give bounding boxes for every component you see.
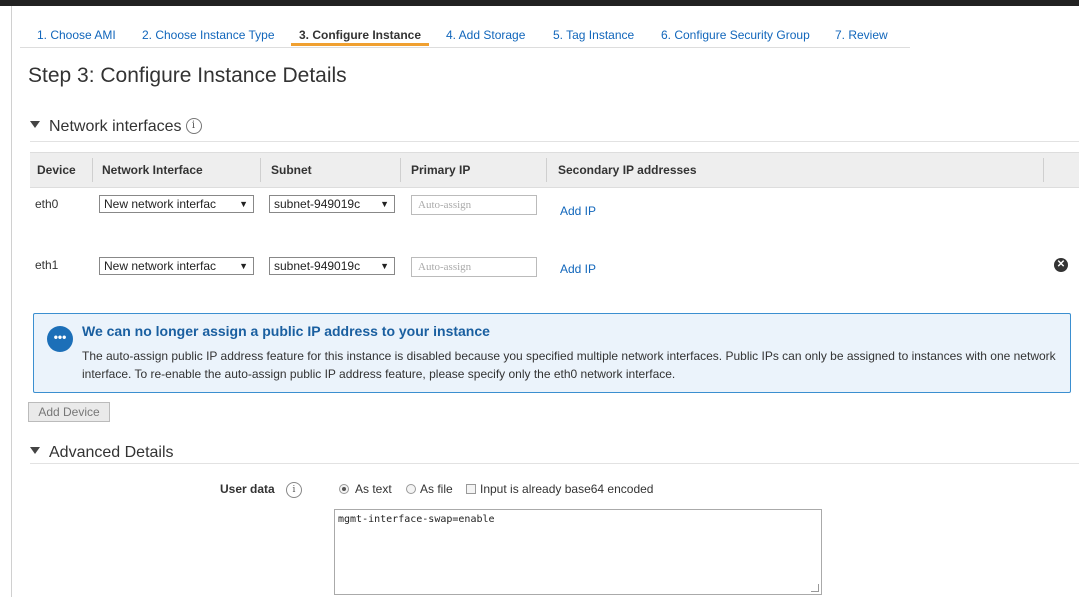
col-secondary-ip: Secondary IP addresses (558, 163, 697, 177)
user-data-value: mgmt-interface-swap=enable (338, 514, 495, 525)
network-table-header: Device Network Interface Subnet Primary … (30, 152, 1079, 188)
remove-interface-icon[interactable]: ✕ (1054, 258, 1068, 272)
primary-ip-input[interactable]: Auto-assign (411, 257, 537, 277)
as-text-radio[interactable] (339, 484, 349, 494)
notice-title: We can no longer assign a public IP addr… (82, 323, 490, 339)
col-network-interface: Network Interface (102, 163, 203, 177)
as-text-label: As text (355, 482, 392, 496)
base64-label: Input is already base64 encoded (480, 482, 654, 496)
col-separator (92, 158, 93, 182)
select-value: subnet-949019c (274, 197, 361, 211)
notice-body: The auto-assign public IP address featur… (82, 349, 1056, 381)
as-file-label: As file (420, 482, 453, 496)
public-ip-notice: ••• We can no longer assign a public IP … (33, 313, 1071, 393)
add-ip-link[interactable]: Add IP (560, 262, 596, 276)
chat-bubble-icon: ••• (47, 326, 73, 352)
dropdown-arrow-icon: ▼ (236, 258, 248, 274)
network-interfaces-toggle[interactable]: Network interfaces i (30, 118, 202, 136)
add-device-button[interactable]: Add Device (28, 402, 110, 422)
tab-tag-instance[interactable]: 5. Tag Instance (553, 24, 634, 46)
dropdown-arrow-icon: ▼ (377, 258, 389, 274)
caret-down-icon (30, 121, 40, 129)
as-file-radio[interactable] (406, 484, 416, 494)
tab-add-storage[interactable]: 4. Add Storage (446, 24, 525, 46)
user-data-textarea[interactable]: mgmt-interface-swap=enable (334, 509, 822, 595)
base64-checkbox[interactable] (466, 484, 476, 494)
col-device: Device (37, 163, 76, 177)
select-value: subnet-949019c (274, 259, 361, 273)
dropdown-arrow-icon: ▼ (377, 196, 389, 212)
col-separator (1043, 158, 1044, 182)
network-interfaces-title: Network interfaces (49, 118, 182, 135)
top-bar (0, 0, 1079, 6)
network-interface-select[interactable]: New network interfac ▼ (99, 195, 254, 213)
info-icon[interactable]: i (286, 482, 302, 498)
tab-choose-ami[interactable]: 1. Choose AMI (37, 24, 116, 46)
section-divider (30, 141, 1079, 142)
tab-choose-instance-type[interactable]: 2. Choose Instance Type (142, 24, 275, 46)
primary-ip-input[interactable]: Auto-assign (411, 195, 537, 215)
info-icon[interactable]: i (185, 118, 202, 134)
subnet-select[interactable]: subnet-949019c ▼ (269, 195, 395, 213)
caret-down-icon (30, 447, 40, 455)
col-subnet: Subnet (271, 163, 312, 177)
col-separator (400, 158, 401, 182)
select-value: New network interfac (104, 259, 217, 273)
tab-configure-instance[interactable]: 3. Configure Instance (291, 24, 430, 46)
device-eth1: eth1 (35, 258, 59, 272)
device-eth0: eth0 (35, 197, 59, 211)
select-value: New network interfac (104, 197, 217, 211)
user-data-label: User data (220, 482, 275, 496)
col-separator (260, 158, 261, 182)
tabs-divider (20, 47, 910, 48)
add-ip-link[interactable]: Add IP (560, 204, 596, 218)
advanced-details-toggle[interactable]: Advanced Details (30, 444, 174, 462)
resize-grip-icon[interactable] (811, 584, 819, 592)
left-border (11, 6, 12, 597)
dropdown-arrow-icon: ▼ (236, 196, 248, 212)
col-primary-ip: Primary IP (411, 163, 471, 177)
network-interface-select[interactable]: New network interfac ▼ (99, 257, 254, 275)
tab-review[interactable]: 7. Review (835, 24, 888, 46)
page-title: Step 3: Configure Instance Details (28, 64, 347, 87)
advanced-details-title: Advanced Details (49, 444, 174, 461)
col-separator (546, 158, 547, 182)
section-divider (30, 463, 1079, 464)
subnet-select[interactable]: subnet-949019c ▼ (269, 257, 395, 275)
tab-configure-security-group[interactable]: 6. Configure Security Group (661, 24, 810, 46)
